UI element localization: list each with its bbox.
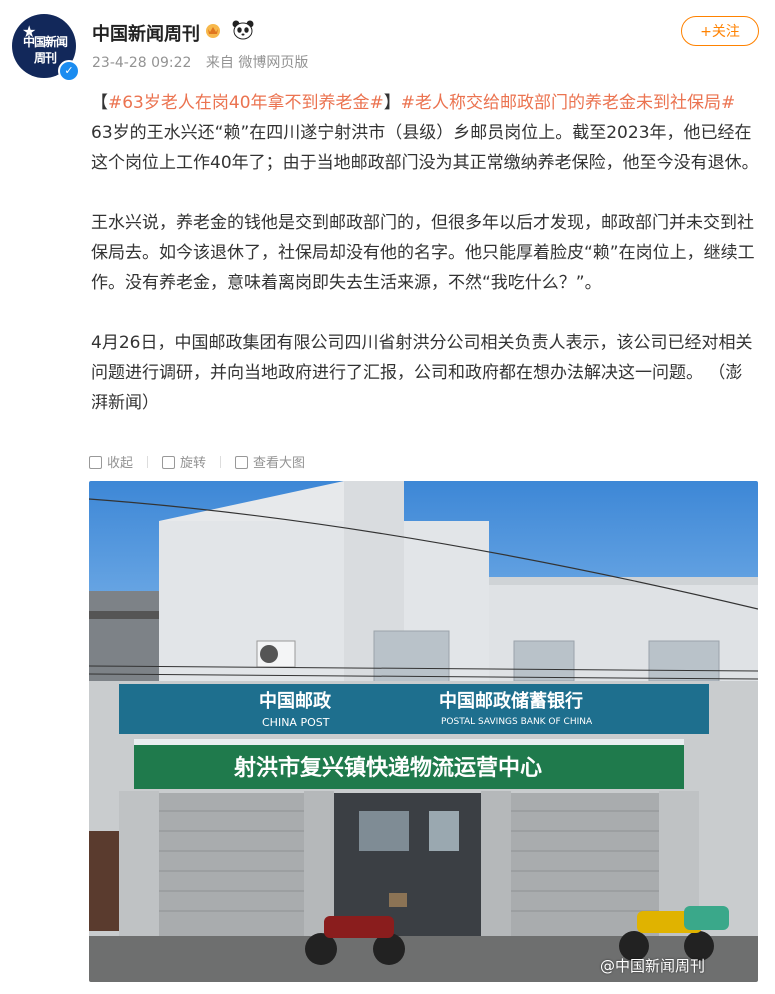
post-source: 来自 微博网页版: [205, 55, 309, 71]
post-date[interactable]: 23-4-28 09:22: [92, 55, 191, 71]
sign-post-en: CHINA POST: [262, 716, 330, 729]
rotate-icon: [162, 456, 176, 469]
collapse-button[interactable]: 收起: [89, 452, 133, 471]
bracket-close: 】: [383, 93, 401, 113]
post-header: ★ 中国新闻周刊 ✓ 中国新闻周刊 23-4-28 09:22 来自 微博网页版…: [0, 0, 775, 82]
photo-watermark: @中国新闻周刊: [600, 957, 706, 975]
post-paragraph-2: 王水兴说，养老金的钱他是交到邮政部门的，但很多年以后才发现，邮政部门并未交到社保…: [91, 213, 755, 293]
collapse-icon: [89, 456, 102, 469]
toolbar-divider: [220, 456, 222, 468]
sign-bank-cn: 中国邮政储蓄银行: [439, 690, 583, 712]
post-paragraph-1: 【#63岁老人在岗40年拿不到养老金#】#老人称交给邮政部门的养老金未到社保局#…: [91, 88, 759, 178]
image-toolbar: 收起 旋转 查看大图: [89, 452, 319, 476]
hashtag-2[interactable]: #老人称交给邮政部门的养老金未到社保局#: [401, 93, 736, 113]
collapse-label: 收起: [107, 456, 134, 471]
magnify-icon: [235, 456, 249, 469]
post-paragraph-3: 4月26日，中国邮政集团有限公司四川省射洪分公司相关负责人表示，该公司已经对相关…: [91, 333, 753, 413]
verified-badge-icon: ✓: [58, 60, 80, 82]
rotate-button[interactable]: 旋转: [162, 452, 206, 471]
post-photo[interactable]: 中国邮政 CHINA POST 中国邮政储蓄银行 POSTAL SAVINGS …: [89, 481, 758, 982]
crown-icon: [206, 24, 220, 38]
bracket-open: 【: [91, 93, 108, 113]
view-large-label: 查看大图: [253, 456, 306, 471]
rotate-label: 旋转: [180, 456, 207, 471]
follow-button[interactable]: +关注: [681, 16, 759, 46]
paragraph-1-text: 63岁的王水兴还“赖”在四川遂宁射洪市（县级）乡邮员岗位上。截至2023年，他已…: [91, 123, 759, 173]
view-large-button[interactable]: 查看大图: [235, 452, 305, 471]
post-body: 【#63岁老人在岗40年拿不到养老金#】#老人称交给邮政部门的养老金未到社保局#…: [91, 88, 759, 448]
account-name[interactable]: 中国新闻周刊: [92, 20, 200, 46]
panda-icon: [232, 20, 254, 40]
post-meta: 23-4-28 09:22 来自 微博网页版: [92, 52, 318, 72]
post-office-photo: 中国邮政 CHINA POST 中国邮政储蓄银行 POSTAL SAVINGS …: [89, 481, 758, 982]
sign-bank-en: POSTAL SAVINGS BANK OF CHINA: [441, 717, 593, 727]
sign-post-cn: 中国邮政: [259, 690, 332, 712]
toolbar-divider: [147, 456, 149, 468]
hashtag-1[interactable]: #63岁老人在岗40年拿不到养老金#: [108, 93, 384, 113]
sign-center: 射洪市复兴镇快递物流运营中心: [233, 755, 542, 781]
